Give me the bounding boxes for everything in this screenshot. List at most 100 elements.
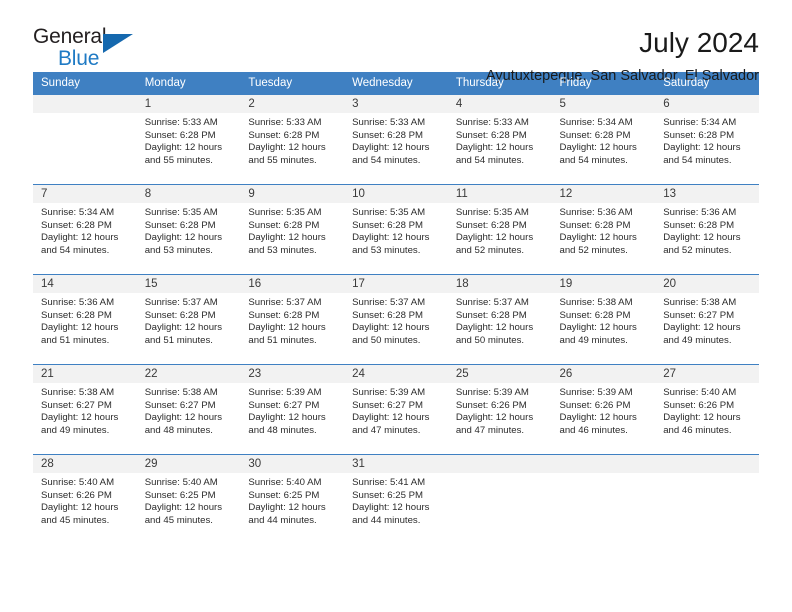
- calendar-day-cell[interactable]: 25 Sunrise: 5:39 AM Sunset: 6:26 PM Dayligh…: [447, 364, 552, 455]
- daylight-duration-line2: and 52 minutes.: [559, 244, 628, 256]
- calendar-day-cell-empty: [551, 454, 656, 547]
- calendar-day-cell[interactable]: 1 Sunrise: 5:33 AM Sunset: 6:28 PM Daylight…: [136, 94, 241, 185]
- daylight-duration-line2: and 47 minutes.: [352, 424, 421, 436]
- day-details: Sunrise: 5:34 AM Sunset: 6:28 PM Daylight:…: [655, 113, 759, 167]
- calendar-day-cell[interactable]: 27 Sunrise: 5:40 AM Sunset: 6:26 PM Dayligh…: [655, 364, 759, 455]
- day-cell-inner: 31 Sunrise: 5:41 AM Sunset: 6:25 PM Dayligh…: [344, 455, 448, 547]
- day-number: 8: [136, 185, 241, 203]
- calendar-day-cell[interactable]: 6 Sunrise: 5:34 AM Sunset: 6:28 PM Daylight…: [655, 94, 759, 185]
- sunset-time: Sunset: 6:28 PM: [41, 309, 112, 321]
- calendar-day-cell[interactable]: 12 Sunrise: 5:36 AM Sunset: 6:28 PM Dayligh…: [551, 184, 656, 275]
- day-details: Sunrise: 5:37 AM Sunset: 6:28 PM Daylight:…: [448, 293, 552, 347]
- daylight-duration-line2: and 45 minutes.: [41, 514, 110, 526]
- day-cell-inner: 16 Sunrise: 5:37 AM Sunset: 6:28 PM Dayligh…: [240, 275, 345, 364]
- sunset-time: Sunset: 6:28 PM: [455, 129, 527, 141]
- sunrise-time: Sunrise: 5:39 AM: [352, 387, 426, 398]
- sunrise-time: Sunrise: 5:37 AM: [352, 297, 426, 308]
- calendar-week-row: 14 Sunrise: 5:36 AM Sunset: 6:28 PM Dayligh…: [33, 274, 759, 365]
- calendar-day-cell[interactable]: 15 Sunrise: 5:37 AM Sunset: 6:28 PM Dayligh…: [136, 274, 241, 365]
- daylight-duration-line2: and 54 minutes.: [352, 154, 421, 166]
- daylight-duration-line1: Daylight: 12 hours: [663, 322, 741, 334]
- day-cell-inner: 24 Sunrise: 5:39 AM Sunset: 6:27 PM Dayligh…: [344, 365, 448, 454]
- sunset-time: Sunset: 6:28 PM: [248, 309, 320, 321]
- calendar-day-cell[interactable]: 16 Sunrise: 5:37 AM Sunset: 6:28 PM Dayligh…: [240, 274, 345, 365]
- sunrise-time: Sunrise: 5:35 AM: [455, 207, 529, 218]
- title-block: July 2024 Ayutuxtepeque, San Salvador, E…: [486, 26, 759, 84]
- calendar-day-cell[interactable]: 2 Sunrise: 5:33 AM Sunset: 6:28 PM Daylight…: [240, 94, 345, 185]
- calendar-day-cell[interactable]: 26 Sunrise: 5:39 AM Sunset: 6:26 PM Dayligh…: [551, 364, 656, 455]
- sunrise-time: Sunrise: 5:38 AM: [144, 387, 218, 398]
- day-cell-inner: 8 Sunrise: 5:35 AM Sunset: 6:28 PM Daylight…: [136, 185, 241, 274]
- day-cell-inner: [447, 455, 552, 547]
- day-details: Sunrise: 5:36 AM Sunset: 6:28 PM Daylight:…: [655, 203, 759, 257]
- sunset-time: Sunset: 6:28 PM: [663, 129, 735, 141]
- day-cell-inner: 20 Sunrise: 5:38 AM Sunset: 6:27 PM Dayligh…: [655, 275, 759, 364]
- weekday-header-tuesday: Tuesday: [240, 72, 345, 95]
- calendar-day-cell[interactable]: 3 Sunrise: 5:33 AM Sunset: 6:28 PM Daylight…: [344, 94, 448, 185]
- page-title: July 2024: [639, 27, 759, 58]
- sunrise-time: Sunrise: 5:36 AM: [559, 207, 633, 218]
- general-blue-logo: General Blue: [33, 26, 137, 72]
- calendar-day-cell[interactable]: 18 Sunrise: 5:37 AM Sunset: 6:28 PM Dayligh…: [447, 274, 552, 365]
- calendar-week-row: 21 Sunrise: 5:38 AM Sunset: 6:27 PM Dayligh…: [33, 364, 759, 455]
- daylight-duration-line1: Daylight: 12 hours: [352, 412, 430, 424]
- daylight-duration-line1: Daylight: 12 hours: [559, 232, 637, 244]
- calendar-week-row: 1 Sunrise: 5:33 AM Sunset: 6:28 PM Daylight…: [33, 94, 759, 185]
- sunset-time: Sunset: 6:26 PM: [663, 399, 735, 411]
- daylight-duration-line2: and 51 minutes.: [41, 334, 110, 346]
- sunset-time: Sunset: 6:28 PM: [455, 219, 527, 231]
- calendar-day-cell[interactable]: 13 Sunrise: 5:36 AM Sunset: 6:28 PM Dayligh…: [655, 184, 759, 275]
- day-cell-inner: 5 Sunrise: 5:34 AM Sunset: 6:28 PM Daylight…: [551, 95, 656, 184]
- sunset-time: Sunset: 6:27 PM: [41, 399, 112, 411]
- calendar-day-cell[interactable]: 24 Sunrise: 5:39 AM Sunset: 6:27 PM Dayligh…: [344, 364, 448, 455]
- calendar-day-cell[interactable]: 21 Sunrise: 5:38 AM Sunset: 6:27 PM Dayligh…: [33, 364, 137, 455]
- day-details: Sunrise: 5:40 AM Sunset: 6:25 PM Daylight:…: [240, 473, 344, 527]
- sunrise-sunset-calendar-table: Sunday Monday Tuesday Wednesday Thursday…: [33, 72, 759, 547]
- calendar-day-cell[interactable]: 17 Sunrise: 5:37 AM Sunset: 6:28 PM Dayligh…: [344, 274, 448, 365]
- calendar-day-cell[interactable]: 11 Sunrise: 5:35 AM Sunset: 6:28 PM Dayligh…: [447, 184, 552, 275]
- daylight-duration-line2: and 46 minutes.: [559, 424, 628, 436]
- calendar-day-cell[interactable]: 30 Sunrise: 5:40 AM Sunset: 6:25 PM Dayligh…: [240, 454, 345, 547]
- day-cell-inner: 18 Sunrise: 5:37 AM Sunset: 6:28 PM Dayligh…: [447, 275, 552, 364]
- sunset-time: Sunset: 6:26 PM: [559, 399, 631, 411]
- daylight-duration-line1: Daylight: 12 hours: [248, 232, 326, 244]
- sunset-time: Sunset: 6:28 PM: [559, 129, 631, 141]
- calendar-day-cell[interactable]: 14 Sunrise: 5:36 AM Sunset: 6:28 PM Dayligh…: [33, 274, 137, 365]
- calendar-day-cell[interactable]: 22 Sunrise: 5:38 AM Sunset: 6:27 PM Dayligh…: [136, 364, 241, 455]
- day-cell-inner: 26 Sunrise: 5:39 AM Sunset: 6:26 PM Dayligh…: [551, 365, 656, 454]
- calendar-day-cell[interactable]: 4 Sunrise: 5:33 AM Sunset: 6:28 PM Daylight…: [447, 94, 552, 185]
- calendar-day-cell[interactable]: 31 Sunrise: 5:41 AM Sunset: 6:25 PM Dayligh…: [344, 454, 448, 547]
- calendar-day-cell[interactable]: 19 Sunrise: 5:38 AM Sunset: 6:28 PM Dayligh…: [551, 274, 656, 365]
- calendar-day-cell[interactable]: 20 Sunrise: 5:38 AM Sunset: 6:27 PM Dayligh…: [655, 274, 759, 365]
- day-number: 11: [447, 185, 552, 203]
- calendar-day-cell[interactable]: 5 Sunrise: 5:34 AM Sunset: 6:28 PM Daylight…: [551, 94, 656, 185]
- day-number: 9: [240, 185, 345, 203]
- daylight-duration-line1: Daylight: 12 hours: [248, 412, 326, 424]
- day-number: 24: [344, 365, 448, 383]
- daylight-duration-line1: Daylight: 12 hours: [41, 322, 119, 334]
- calendar-day-cell[interactable]: 8 Sunrise: 5:35 AM Sunset: 6:28 PM Daylight…: [136, 184, 241, 275]
- calendar-day-cell[interactable]: 23 Sunrise: 5:39 AM Sunset: 6:27 PM Dayligh…: [240, 364, 345, 455]
- daylight-duration-line1: Daylight: 12 hours: [352, 502, 430, 514]
- day-cell-inner: 1 Sunrise: 5:33 AM Sunset: 6:28 PM Daylight…: [136, 95, 241, 184]
- daylight-duration-line2: and 55 minutes.: [248, 154, 317, 166]
- daylight-duration-line1: Daylight: 12 hours: [144, 232, 223, 244]
- sunrise-time: Sunrise: 5:35 AM: [248, 207, 322, 218]
- day-details: Sunrise: 5:40 AM Sunset: 6:26 PM Daylight:…: [655, 383, 759, 437]
- sunset-time: Sunset: 6:28 PM: [663, 219, 735, 231]
- calendar-day-cell[interactable]: 9 Sunrise: 5:35 AM Sunset: 6:28 PM Daylight…: [240, 184, 345, 275]
- day-cell-inner: 3 Sunrise: 5:33 AM Sunset: 6:28 PM Daylight…: [344, 95, 448, 184]
- sunset-time: Sunset: 6:28 PM: [248, 219, 320, 231]
- sunset-time: Sunset: 6:28 PM: [144, 129, 216, 141]
- calendar-day-cell[interactable]: 29 Sunrise: 5:40 AM Sunset: 6:25 PM Dayligh…: [136, 454, 241, 547]
- sunrise-time: Sunrise: 5:36 AM: [41, 297, 115, 308]
- day-cell-inner: 9 Sunrise: 5:35 AM Sunset: 6:28 PM Daylight…: [240, 185, 345, 274]
- day-details: Sunrise: 5:36 AM Sunset: 6:28 PM Daylight:…: [552, 203, 656, 257]
- day-cell-inner: 25 Sunrise: 5:39 AM Sunset: 6:26 PM Dayligh…: [447, 365, 552, 454]
- daylight-duration-line1: Daylight: 12 hours: [248, 142, 326, 154]
- calendar-day-cell[interactable]: 28 Sunrise: 5:40 AM Sunset: 6:26 PM Dayligh…: [33, 454, 137, 547]
- calendar-day-cell[interactable]: 7 Sunrise: 5:34 AM Sunset: 6:28 PM Daylight…: [33, 184, 137, 275]
- day-number: 28: [33, 455, 137, 473]
- day-cell-inner: 28 Sunrise: 5:40 AM Sunset: 6:26 PM Dayligh…: [33, 455, 137, 547]
- calendar-day-cell[interactable]: 10 Sunrise: 5:35 AM Sunset: 6:28 PM Dayligh…: [344, 184, 448, 275]
